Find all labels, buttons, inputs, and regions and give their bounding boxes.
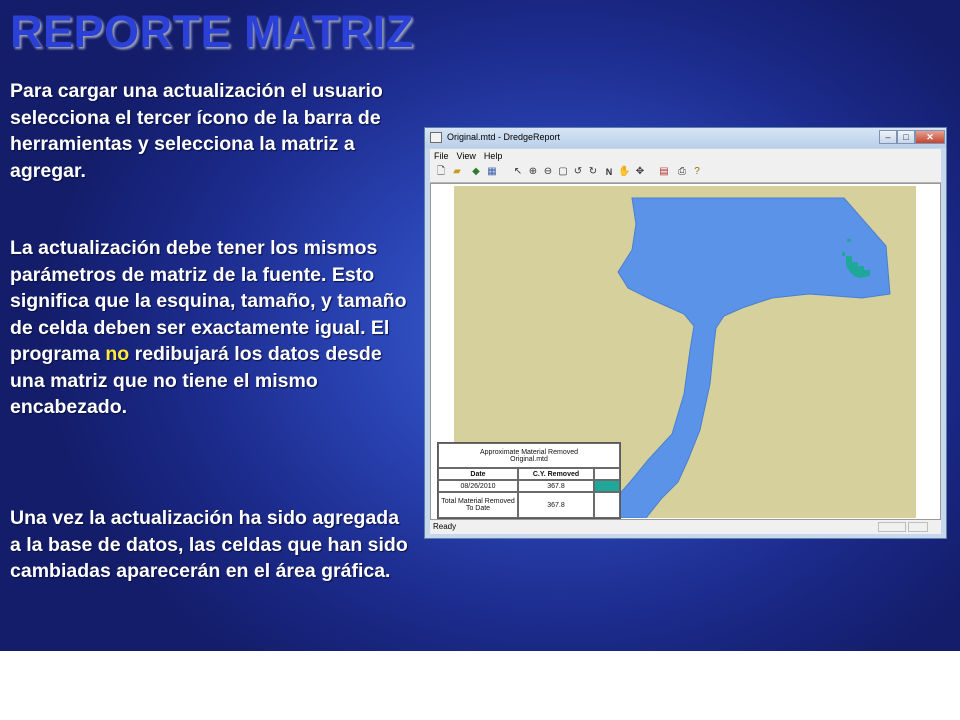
window-title: Original.mtd - DredgeReport — [447, 132, 561, 142]
total-value: 367.8 — [518, 492, 594, 518]
report-file: Original.mtd — [510, 455, 548, 463]
water-channel — [605, 197, 891, 519]
minimize-button[interactable]: – — [879, 130, 897, 144]
chart-icon[interactable]: ▦ — [486, 166, 498, 178]
paragraph-changed-cells: Una vez la actualización ha sido agregad… — [10, 507, 408, 582]
paragraph-matrix-parameters: La actualización debe tener los mismos p… — [10, 235, 410, 421]
col-color-header — [594, 468, 620, 480]
menu-view[interactable]: View — [453, 149, 480, 161]
zoom-out-icon[interactable]: ⊖ — [542, 166, 554, 178]
north-icon[interactable]: N — [603, 166, 615, 178]
add-update-icon[interactable]: ◆ — [470, 166, 482, 178]
menu-help[interactable]: Help — [480, 149, 507, 161]
changed-cell-small — [847, 239, 851, 242]
new-file-icon[interactable]: 🗋 — [435, 166, 447, 178]
row-color-swatch — [594, 480, 620, 492]
changed-cell-small-2 — [842, 252, 845, 256]
dredge-report-window: Original.mtd - DredgeReport – □ ✕ File Vi… — [424, 127, 947, 539]
total-label: Total Material Removed To Date — [438, 492, 518, 518]
material-removed-report: Approximate Material Removed Original.mt… — [437, 442, 621, 519]
export-icon[interactable]: ▤ — [658, 166, 670, 178]
paragraph-load-update: Para cargar una actualización el usuario… — [10, 80, 383, 182]
col-cy-header: C.Y. Removed — [518, 468, 594, 480]
map-view-area[interactable]: Approximate Material Removed Original.mt… — [430, 183, 941, 520]
rotate-left-icon[interactable]: ↺ — [572, 166, 584, 178]
status-text: Ready — [433, 522, 457, 531]
rotate-right-icon[interactable]: ↻ — [587, 166, 599, 178]
slide-background: REPORTE MATRIZ Para cargar una actualiza… — [0, 0, 960, 651]
row-value: 367.8 — [518, 480, 594, 492]
close-button[interactable]: ✕ — [915, 130, 945, 144]
pan-tool-icon[interactable]: ✥ — [634, 166, 646, 178]
print-icon[interactable]: ⎙ — [676, 166, 688, 178]
help-icon[interactable]: ? — [691, 166, 703, 178]
window-title-bar[interactable]: Original.mtd - DredgeReport – □ ✕ — [425, 128, 946, 148]
highlight-no: no — [105, 343, 130, 365]
status-cell-2 — [908, 522, 928, 532]
app-icon — [430, 132, 442, 143]
zoom-in-icon[interactable]: ⊕ — [527, 166, 539, 178]
status-bar: Ready — [430, 520, 941, 534]
toolbar: 🗋 ▰ ◆ ▦ ↖ ⊕ ⊖ ▢ ↺ ↻ N ✋ ✥ ▤ ⎙ ? — [430, 164, 941, 183]
row-date: 08/26/2010 — [438, 480, 518, 492]
slide-title: REPORTE MATRIZ — [10, 6, 414, 57]
status-cell-1 — [878, 522, 906, 532]
open-folder-icon[interactable]: ▰ — [451, 166, 463, 178]
report-title: Approximate Material Removed — [479, 448, 579, 456]
total-empty-cell — [594, 492, 620, 518]
menu-bar: File View Help — [430, 149, 941, 164]
pointer-icon[interactable]: ↖ — [512, 166, 524, 178]
zoom-box-icon[interactable]: ▢ — [557, 166, 569, 178]
menu-file[interactable]: File — [430, 149, 453, 161]
report-header: Approximate Material Removed Original.mt… — [438, 443, 620, 468]
maximize-button[interactable]: □ — [897, 130, 915, 144]
col-date-header: Date — [438, 468, 518, 480]
pan-icon[interactable]: ✋ — [618, 166, 630, 178]
